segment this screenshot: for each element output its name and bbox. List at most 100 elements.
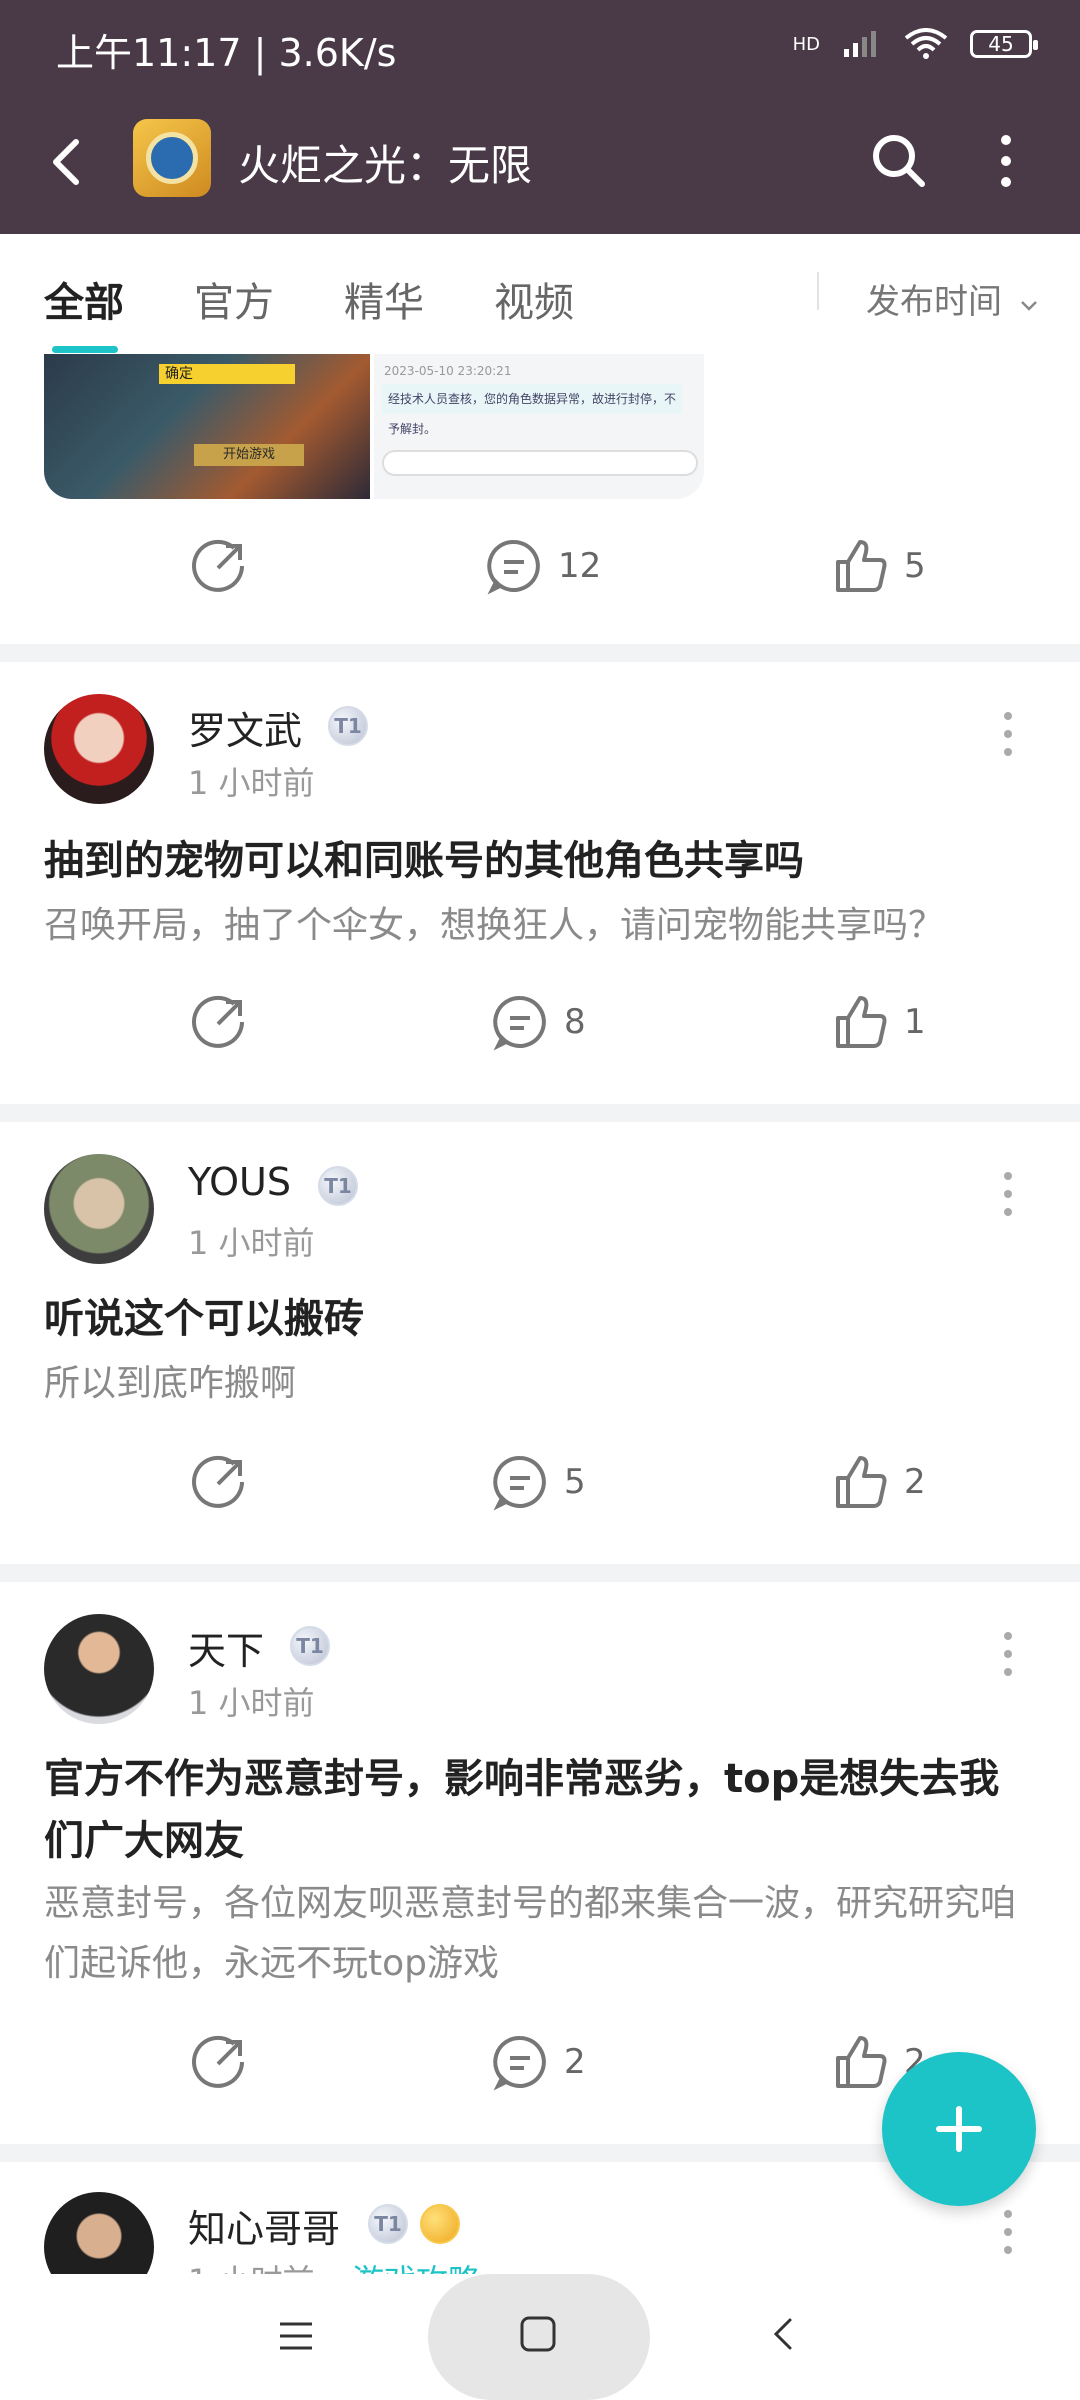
- post-time: 1 小时前: [188, 1684, 315, 1722]
- thumbs-up-icon: [836, 1456, 887, 1508]
- post-images[interactable]: 确定 开始游戏 2023-05-10 23:20:21 经技术人员查核，您的角色…: [44, 354, 704, 499]
- post-more-icon[interactable]: [1000, 1626, 1016, 1686]
- post-title[interactable]: 抽到的宠物可以和同账号的其他角色共享吗: [44, 830, 1034, 892]
- username[interactable]: YOUS: [188, 1160, 291, 1204]
- wifi-icon: [904, 28, 948, 59]
- chevron-down-icon: [1020, 301, 1037, 311]
- game-logo: [133, 119, 211, 197]
- back-nav-icon[interactable]: [764, 2314, 804, 2354]
- level-badge: T1: [328, 706, 368, 746]
- share-icon: [192, 1455, 244, 1508]
- avatar[interactable]: [44, 2192, 154, 2274]
- more-options-icon[interactable]: [988, 130, 1024, 192]
- share-icon: [192, 995, 244, 1048]
- thumbs-up-icon: [836, 540, 887, 592]
- system-nav-bar: [0, 2274, 1080, 2400]
- comment-count: 2: [564, 2042, 586, 2082]
- comment-icon: [493, 995, 546, 1051]
- network-label: HD: [792, 33, 820, 55]
- share-button[interactable]: [190, 536, 250, 596]
- home-icon[interactable]: [518, 2314, 558, 2354]
- tab-official[interactable]: 官方: [194, 270, 274, 328]
- image-text-date: 2023-05-10 23:20:21: [384, 364, 512, 378]
- status-time: 上午11:17 | 3.6K/s: [56, 31, 397, 75]
- image-text-notice: 经技术人员查核，您的角色数据异常，故进行封停，不予解封。: [382, 384, 682, 436]
- level-badge: T1: [368, 2204, 408, 2244]
- avatar[interactable]: [44, 694, 154, 804]
- post-time: 1 小时前: [188, 1224, 315, 1262]
- image-input-bar: [382, 450, 698, 476]
- like-count: 1: [904, 1002, 926, 1042]
- post-tag[interactable]: 游戏攻略: [352, 2256, 480, 2274]
- post-more-icon[interactable]: [1000, 1166, 1016, 1226]
- post-separator: [0, 1104, 1080, 1122]
- tab-all[interactable]: 全部: [44, 270, 124, 328]
- tab-featured[interactable]: 精华: [344, 270, 424, 328]
- username[interactable]: 天下: [188, 1620, 264, 1675]
- comment-button[interactable]: 5: [490, 1452, 586, 1512]
- post-separator: [0, 644, 1080, 662]
- tab-video[interactable]: 视频: [494, 270, 574, 328]
- share-icon: [192, 539, 244, 592]
- share-button[interactable]: [190, 1452, 250, 1512]
- avatar[interactable]: [44, 1614, 154, 1724]
- comment-button[interactable]: 8: [490, 992, 586, 1052]
- post-excerpt[interactable]: 召唤开局，抽了个伞女，想换狂人，请问宠物能共享吗？: [44, 896, 1044, 956]
- post-excerpt[interactable]: 所以到底咋搬啊: [44, 1354, 1044, 1414]
- image-text-start: 开始游戏: [194, 444, 304, 466]
- like-button[interactable]: 5: [830, 536, 926, 596]
- create-post-button[interactable]: [882, 2052, 1036, 2206]
- post-card[interactable]: 罗文武 T1 1 小时前 抽到的宠物可以和同账号的其他角色共享吗 召唤开局，抽了…: [0, 662, 1080, 1092]
- username[interactable]: 知心哥哥: [188, 2198, 340, 2253]
- search-icon[interactable]: [868, 130, 930, 192]
- share-button[interactable]: [190, 2032, 250, 2092]
- sort-dropdown[interactable]: 发布时间: [866, 274, 1039, 323]
- post-feed: 确定 开始游戏 2023-05-10 23:20:21 经技术人员查核，您的角色…: [0, 354, 1080, 2274]
- comment-count: 5: [564, 1462, 586, 1502]
- share-icon: [192, 2035, 244, 2088]
- post-time: 1 小时前: [188, 2256, 315, 2274]
- post-card[interactable]: YOUS T1 1 小时前 听说这个可以搬砖 所以到底咋搬啊 5 2: [0, 1122, 1080, 1552]
- like-count: 5: [904, 546, 926, 586]
- post-more-icon[interactable]: [1000, 706, 1016, 766]
- status-icons: HD 45: [792, 28, 1038, 60]
- comment-icon: [493, 1455, 546, 1511]
- post-title[interactable]: 听说这个可以搬砖: [44, 1288, 1034, 1350]
- filter-tabs: 全部 官方 精华 视频 发布时间: [0, 234, 1080, 354]
- username[interactable]: 罗文武: [188, 700, 302, 755]
- battery-icon: 45: [970, 30, 1038, 58]
- menu-icon[interactable]: [276, 2316, 316, 2356]
- like-button[interactable]: 2: [830, 1452, 926, 1512]
- post-actions: 8 1: [0, 992, 1080, 1072]
- level-badge: T1: [290, 1626, 330, 1666]
- active-tab-indicator: [52, 346, 118, 353]
- post-title[interactable]: 官方不作为恶意封号，影响非常恶劣，top是想失去我们广大网友: [44, 1748, 1034, 1872]
- thumbs-up-icon: [836, 996, 887, 1048]
- status-bar: 上午11:17 | 3.6K/s HD 45: [0, 0, 1080, 96]
- signal-icon: [844, 31, 876, 57]
- comment-icon: [493, 2035, 546, 2091]
- comment-count: 12: [558, 546, 602, 586]
- post-actions: 12 5: [0, 536, 1080, 616]
- post-image-game[interactable]: 确定 开始游戏: [44, 354, 370, 499]
- share-button[interactable]: [190, 992, 250, 1052]
- like-count: 2: [904, 1462, 926, 1502]
- tab-divider: [817, 272, 819, 310]
- page-title: 火炬之光：无限: [238, 141, 533, 190]
- app-header: 火炬之光：无限: [0, 96, 1080, 234]
- like-button[interactable]: 1: [830, 992, 926, 1052]
- thumbs-up-icon: [836, 2036, 887, 2088]
- comment-icon: [487, 539, 540, 595]
- comment-button[interactable]: 12: [484, 536, 601, 596]
- comment-button[interactable]: 2: [490, 2032, 586, 2092]
- back-icon[interactable]: [38, 132, 98, 192]
- post-actions: 5 2: [0, 1452, 1080, 1532]
- post-image-notice[interactable]: 2023-05-10 23:20:21 经技术人员查核，您的角色数据异常，故进行…: [374, 354, 704, 499]
- post-excerpt[interactable]: 恶意封号，各位网友呗恶意封号的都来集合一波，研究研究咱们起诉他，永远不玩top游…: [44, 1874, 1044, 1994]
- sort-label: 发布时间: [866, 282, 1002, 322]
- comment-count: 8: [564, 1002, 586, 1042]
- avatar[interactable]: [44, 1154, 154, 1264]
- post-time: 1 小时前: [188, 764, 315, 802]
- post-card[interactable]: 天下 T1 1 小时前 官方不作为恶意封号，影响非常恶劣，top是想失去我们广大…: [0, 1582, 1080, 2142]
- post-more-icon[interactable]: [1000, 2204, 1016, 2264]
